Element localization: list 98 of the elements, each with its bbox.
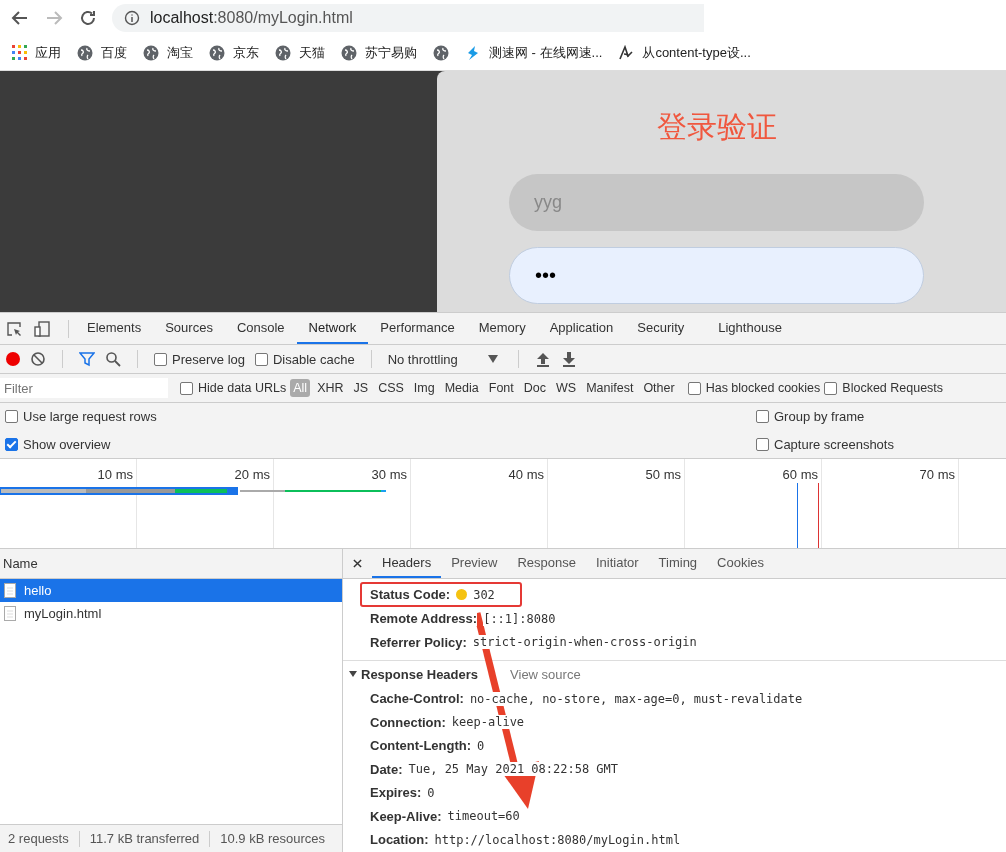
download-icon[interactable] xyxy=(560,351,577,367)
option-checkbox[interactable]: Group by frame xyxy=(756,409,1006,425)
type-filter-button[interactable]: Doc xyxy=(520,379,549,397)
detail-tab[interactable]: Initiator xyxy=(585,549,649,578)
timeline-tick-label: 30 ms xyxy=(371,467,407,482)
login-title: 登录验证 xyxy=(656,108,777,146)
timeline-tick-label: 20 ms xyxy=(234,467,270,482)
detail-tab[interactable]: Headers xyxy=(372,549,442,578)
devtools-tab[interactable]: Console xyxy=(224,313,297,344)
header-value: http://localhost:8080/myLogin.html xyxy=(434,832,681,847)
bookmark[interactable]: 测速网 - 在线网速... xyxy=(465,43,603,62)
header-name: Remote Address: xyxy=(370,611,478,627)
option-checkbox[interactable]: Use large request rows xyxy=(5,409,756,425)
devtools-tab[interactable]: Security xyxy=(625,313,697,344)
record-button[interactable] xyxy=(6,352,20,366)
caret-icon xyxy=(487,355,498,363)
devtools-tab[interactable]: Elements xyxy=(75,313,154,344)
throttling-dropdown[interactable]: No throttling xyxy=(387,351,502,367)
filter-icon[interactable] xyxy=(79,351,95,367)
clear-icon[interactable] xyxy=(30,351,46,367)
disable-cache-checkbox[interactable]: Disable cache xyxy=(255,351,355,367)
blocked-requests-checkbox[interactable]: Blocked Requests xyxy=(824,381,944,395)
type-filter-button[interactable]: XHR xyxy=(314,379,347,397)
view-source-link[interactable]: View source xyxy=(510,666,581,682)
apps-grid-icon xyxy=(12,45,27,60)
header-name: Content-Length: xyxy=(370,738,472,754)
timeline-tick-label: 70 ms xyxy=(919,467,955,482)
devtools-tab[interactable]: Performance xyxy=(368,313,467,344)
header-value: 0 xyxy=(477,738,485,753)
timeline-tick-label: 10 ms xyxy=(97,467,133,482)
inspect-icon[interactable] xyxy=(6,320,22,337)
document-icon xyxy=(4,583,16,598)
bookmark[interactable]: 天猫 xyxy=(275,43,325,62)
expand-triangle-icon[interactable] xyxy=(349,670,357,678)
devtools-tab[interactable]: Memory xyxy=(466,313,538,344)
document-icon xyxy=(4,606,16,621)
address-field[interactable]: localhost:8080/myLogin.html xyxy=(112,3,704,32)
load-marker xyxy=(818,483,819,548)
upload-icon[interactable] xyxy=(534,351,551,367)
header-value: keep-alive xyxy=(451,715,525,730)
globe-icon xyxy=(341,44,357,61)
column-header: Name xyxy=(0,549,342,579)
option-checkbox[interactable]: Show overview xyxy=(5,436,756,452)
detail-tab[interactable]: Preview xyxy=(441,549,508,578)
devtools-tab[interactable]: Application xyxy=(537,313,626,344)
timeline-tick-label: 60 ms xyxy=(782,467,818,482)
script-logo-icon xyxy=(618,44,635,61)
type-filter-button[interactable]: WS xyxy=(553,379,580,397)
dom-loaded-marker xyxy=(797,483,798,548)
bookmark[interactable]: 应用 xyxy=(12,43,61,62)
blocked-cookies-checkbox[interactable]: Has blocked cookies xyxy=(687,381,821,395)
bookmark[interactable]: 京东 xyxy=(209,43,259,62)
globe-icon xyxy=(143,44,159,61)
devtools-tab[interactable]: Sources xyxy=(153,313,225,344)
hide-data-urls-checkbox[interactable]: Hide data URLs xyxy=(180,381,287,395)
status-text: 2 requests xyxy=(8,831,69,846)
type-filter-button[interactable]: Font xyxy=(485,379,517,397)
type-filter-button[interactable]: Other xyxy=(640,379,678,397)
header-name: Expires: xyxy=(370,785,422,801)
header-value: 302 xyxy=(473,587,495,602)
globe-icon xyxy=(209,44,225,61)
request-row[interactable]: myLogin.html xyxy=(0,602,342,625)
filter-field[interactable]: Filter xyxy=(0,378,168,398)
bookmark[interactable]: 苏宁易购 xyxy=(341,43,417,62)
header-name: Status Code: xyxy=(370,587,451,602)
header-value: no-cache, no-store, max-age=0, must-revalidate xyxy=(469,691,803,706)
request-row[interactable]: hello xyxy=(0,579,342,602)
bookmark[interactable]: 淘宝 xyxy=(143,43,193,62)
header-value: strict-origin-when-cross-origin xyxy=(472,635,697,650)
password-field[interactable]: ••• xyxy=(509,247,924,304)
header-value: Tue, 25 May 2021 08:22:58 GMT xyxy=(408,762,619,777)
type-filter-button[interactable]: Img xyxy=(410,379,438,397)
bookmark[interactable]: 从content-type设... xyxy=(618,43,751,62)
close-icon[interactable] xyxy=(353,559,362,568)
globe-icon xyxy=(77,44,93,61)
detail-tab[interactable]: Response xyxy=(507,549,586,578)
preserve-log-checkbox[interactable]: Preserve log xyxy=(154,351,245,367)
timeline-tick-label: 40 ms xyxy=(508,467,544,482)
bookmark[interactable]: 百度 xyxy=(77,43,127,62)
header-value: [::1]:8080 xyxy=(483,611,556,626)
globe-icon xyxy=(275,44,291,61)
type-filter-button[interactable]: Media xyxy=(441,379,482,397)
status-text: 10.9 kB resources xyxy=(220,831,326,846)
timeline-tick-label: 50 ms xyxy=(645,467,681,482)
search-icon[interactable] xyxy=(105,351,121,367)
type-filter-button[interactable]: JS xyxy=(350,379,372,397)
header-value: 0 xyxy=(427,785,435,800)
device-toggle-icon[interactable] xyxy=(34,320,50,337)
detail-tab[interactable]: Cookies xyxy=(707,549,775,578)
status-text: 11.7 kB transferred xyxy=(89,831,200,846)
type-filter-button[interactable]: Manifest xyxy=(583,379,637,397)
type-filter-button[interactable]: CSS xyxy=(375,379,407,397)
info-icon xyxy=(124,9,140,26)
detail-tab[interactable]: Timing xyxy=(648,549,708,578)
devtools-tab[interactable]: Lighthouse xyxy=(706,313,794,344)
globe-icon xyxy=(433,44,449,61)
bookmark[interactable] xyxy=(433,44,449,61)
option-checkbox[interactable]: Capture screenshots xyxy=(756,436,1006,452)
